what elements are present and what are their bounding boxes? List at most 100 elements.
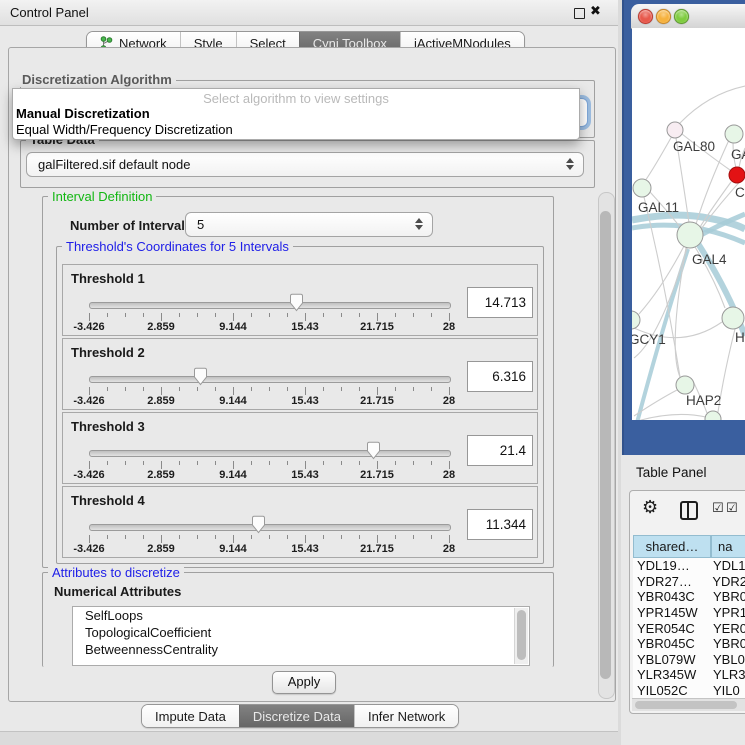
tick-mark [323,535,324,539]
threshold-value-input[interactable]: 6.316 [467,361,533,392]
slider-track[interactable] [89,450,451,457]
list-scrollbar[interactable] [514,608,528,664]
numerical-attributes-list: SelfLoopsTopologicalCoefficientBetweenne… [72,606,530,666]
threshold-label: Threshold 4 [71,493,145,508]
network-node-green[interactable] [633,179,651,197]
gear-icon[interactable]: ⚙ [642,497,658,518]
table-cell-name: YBR0 [713,589,745,604]
tick-label: 2.859 [147,543,175,555]
checkbox-icon[interactable]: ☑ [726,502,738,515]
tick-mark [305,461,306,469]
threshold-value-input[interactable]: 11.344 [467,509,533,540]
network-node-green[interactable] [676,376,694,394]
attributes-group-title: Attributes to discretize [48,565,184,580]
number-of-intervals-value: 5 [197,217,204,232]
slider-handle[interactable] [365,441,382,460]
tab-infer-network[interactable]: Infer Network [354,705,458,727]
tick-label: 9.144 [219,469,247,481]
columns-icon[interactable] [680,501,698,520]
tick-mark [431,313,432,317]
tab-discretize-data[interactable]: Discretize Data [239,705,354,727]
tick-mark [359,313,360,317]
tick-mark [377,313,378,321]
list-item[interactable]: SelfLoops [73,607,529,624]
list-scrollbar-thumb[interactable] [517,610,526,660]
tick-mark [287,535,288,539]
table-row[interactable]: YDL19…YDL1 [633,558,745,574]
close-icon[interactable]: ✖ [590,4,601,19]
network-edge[interactable] [645,136,672,181]
table-data-combobox[interactable]: galFiltered.sif default node [26,152,584,177]
table-row[interactable]: YDR27…YDR2 [633,574,745,590]
tick-mark [233,461,234,469]
tick-mark [143,461,144,465]
number-of-intervals-spinner[interactable]: 5 [185,212,433,237]
tick-label: 28 [443,469,455,481]
network-node-red[interactable] [729,167,745,183]
network-edge[interactable] [680,86,745,123]
network-window-titlebar[interactable] [631,4,745,29]
tick-mark [395,535,396,539]
vertical-scrollbar[interactable] [598,192,615,699]
checkbox-icon[interactable]: ☑ [712,502,724,515]
table-row[interactable]: YER054CYER0 [633,620,745,636]
table-cell-shared-name: YDL19… [633,558,713,573]
tab-impute-data[interactable]: Impute Data [142,705,239,727]
network-node-green[interactable] [677,222,703,248]
tick-mark [359,461,360,465]
table-row[interactable]: YBL079WYBL0 [633,652,745,668]
tick-label: 28 [443,395,455,407]
threshold-2-box: Threshold 2-3.4262.8599.14415.4321.71528… [62,338,538,410]
float-window-icon[interactable] [574,8,585,19]
spinner-stepper-icon [415,218,423,230]
horizontal-scrollbar[interactable] [632,698,745,711]
popup-option-equal-width-frequency[interactable]: Equal Width/Frequency Discretization [16,122,233,137]
network-edge[interactable] [634,414,706,420]
list-item[interactable]: BetweennessCentrality [73,641,529,658]
tick-mark [215,387,216,391]
list-item[interactable]: TopologicalCoefficient [73,624,529,641]
network-node-green[interactable] [705,411,721,420]
apply-button[interactable]: Apply [272,671,336,694]
popup-option-manual-discretization[interactable]: Manual Discretization [16,106,150,121]
slider-track[interactable] [89,302,451,309]
horizontal-scrollbar-thumb[interactable] [635,701,737,709]
table-row[interactable]: YPR145WYPR1 [633,605,745,621]
threshold-value-input[interactable]: 14.713 [467,287,533,318]
table-cell-shared-name: YLR345W [633,667,713,682]
table-panel: Table Panel ⚙ ☑ ☑ shared…na YDL19…YDL1YD… [621,455,745,745]
threshold-label: Threshold 3 [71,419,145,434]
tick-mark [323,313,324,317]
tick-mark [233,387,234,395]
table-column-header[interactable]: na [711,535,745,558]
table-row[interactable]: YIL052CYIL0 [633,683,745,698]
minimize-traffic-light-icon[interactable] [656,9,671,24]
network-view[interactable]: GAL80GACGAL11GAL4GCY1HHAP2 [632,28,745,420]
network-node-green[interactable] [722,307,744,329]
table-row[interactable]: YBR045CYBR0 [633,636,745,652]
slider-handle[interactable] [192,367,209,386]
tick-label: 21.715 [360,321,394,333]
thresholds-group-title: Threshold's Coordinates for 5 Intervals [62,239,293,254]
table-row[interactable]: YBR043CYBR0 [633,589,745,605]
tick-mark [377,461,378,469]
tick-mark [305,387,306,395]
vertical-scrollbar-thumb[interactable] [600,211,611,679]
tick-label: 9.144 [219,321,247,333]
table-row[interactable]: YLR345WYLR3 [633,667,745,683]
network-node-green[interactable] [725,125,743,143]
zoom-traffic-light-icon[interactable] [674,9,689,24]
slider-handle[interactable] [250,515,267,534]
threshold-value-input[interactable]: 21.4 [467,435,533,466]
network-node-label: HAP2 [686,393,721,408]
network-node-pink[interactable] [667,122,683,138]
slider-track[interactable] [89,524,451,531]
tick-mark [179,313,180,317]
slider-handle[interactable] [288,293,305,312]
table-column-header[interactable]: shared… [633,535,711,558]
tick-mark [413,535,414,539]
slider-track[interactable] [89,376,451,383]
tick-mark [341,461,342,465]
close-traffic-light-icon[interactable] [638,9,653,24]
panel-title: Control Panel [10,5,89,20]
